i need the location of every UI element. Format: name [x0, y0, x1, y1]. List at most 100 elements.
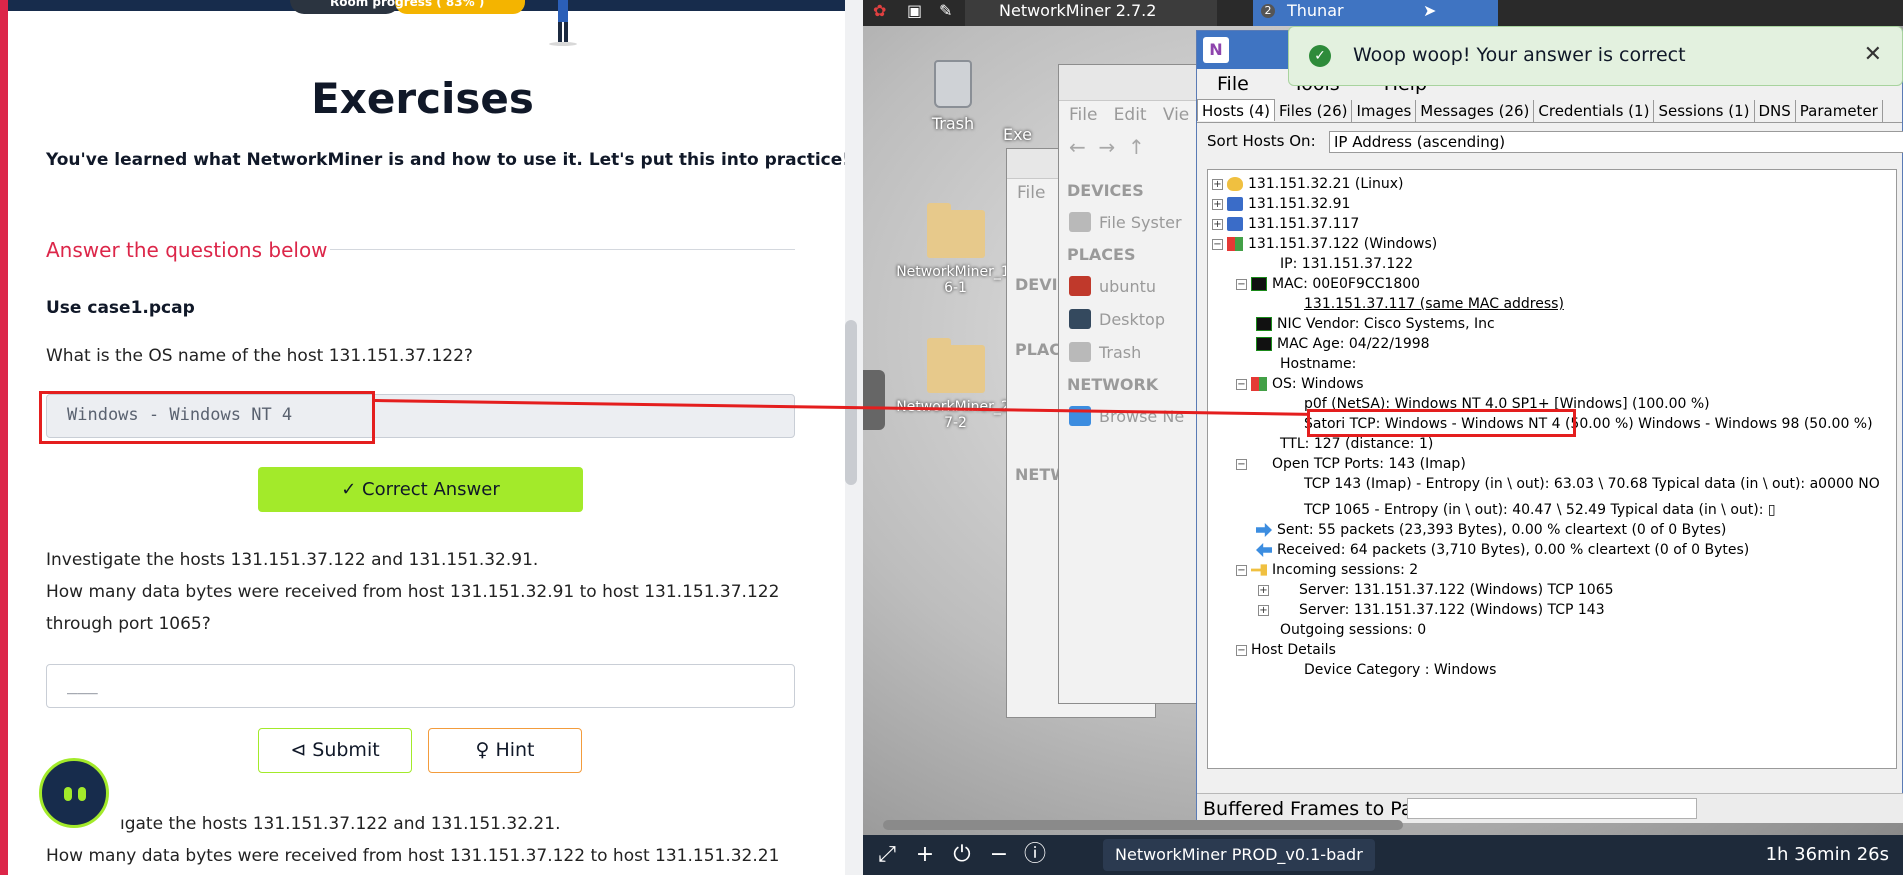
- desktop-icon-networkminer-2[interactable]: NetworkMiner_2-7-2: [893, 338, 1018, 431]
- hosts-tree: +131.151.32.21 (Linux) +131.151.32.91 +1…: [1207, 169, 1897, 769]
- page-title: Exercises: [311, 74, 534, 123]
- desktop-icon-partial[interactable]: Exe: [1003, 125, 1043, 144]
- remote-desktop: ✿ ▣ ✎ NetworkMiner 2.7.2 Thunar 2 ➤ Tras…: [863, 0, 1903, 875]
- back-icon[interactable]: ←: [1069, 135, 1086, 159]
- tree-leaf[interactable]: TCP 143 (Imap) - Entropy (in \ out): 63.…: [1304, 474, 1880, 494]
- tree-label: 131.151.37.117 (same MAC address): [1304, 296, 1564, 312]
- tab-credentials[interactable]: Credentials (1): [1534, 100, 1655, 122]
- machine-name[interactable]: NetworkMiner PROD_v0.1-badr: [1103, 839, 1375, 871]
- tree-label: 131.151.37.122 (Windows): [1248, 236, 1438, 252]
- trash-icon: [1069, 342, 1091, 362]
- terminal-icon[interactable]: ▣: [907, 0, 931, 26]
- answer-2-field[interactable]: ___: [46, 664, 795, 708]
- menu-view[interactable]: Vie: [1163, 105, 1189, 125]
- sidebar-item-home[interactable]: ubuntu: [1059, 270, 1199, 303]
- collapse-icon[interactable]: −: [1236, 644, 1247, 656]
- tree-leaf[interactable]: IP: 131.151.37.122: [1280, 254, 1413, 274]
- fullscreen-icon[interactable]: ⤢: [873, 841, 901, 869]
- tab-dns[interactable]: DNS: [1755, 100, 1796, 122]
- desktop-icon-trash[interactable]: Trash: [903, 60, 1003, 133]
- expand-icon[interactable]: +: [1258, 604, 1269, 616]
- sidebar-item-filesystem[interactable]: File Syster: [1059, 206, 1199, 239]
- info-icon[interactable]: ⓘ: [1021, 841, 1049, 869]
- collapse-icon[interactable]: −: [1212, 238, 1223, 250]
- menu-file[interactable]: File: [1017, 183, 1045, 203]
- networkminer-tabs: Hosts (4) Files (26) Images Messages (26) Cr…: [1197, 99, 1902, 123]
- task-networkminer[interactable]: NetworkMiner 2.7.2: [965, 0, 1217, 26]
- sidebar-item-trash[interactable]: Trash: [1059, 336, 1199, 369]
- submit-button[interactable]: ⊲ Submit: [258, 728, 412, 773]
- tree-leaf[interactable]: TCP 1065 - Entropy (in \ out): 40.47 \ 5…: [1304, 500, 1776, 520]
- minus-icon[interactable]: −: [985, 841, 1013, 869]
- bot-eye-icon: [78, 787, 86, 801]
- tree-node[interactable]: + Server: 131.151.37.122 (Windows) TCP 10…: [1258, 580, 1614, 600]
- menu-edit[interactable]: Edit: [1114, 105, 1147, 125]
- correct-answer-button[interactable]: ✓ Correct Answer: [258, 467, 583, 512]
- up-icon[interactable]: ↑: [1128, 135, 1145, 159]
- app-menu-icon[interactable]: ✿: [873, 0, 897, 26]
- chat-assistant-button[interactable]: [39, 758, 109, 828]
- editor-icon[interactable]: ✎: [939, 0, 963, 26]
- tree-node[interactable]: − Incoming sessions: 2: [1236, 560, 1418, 580]
- expand-icon[interactable]: +: [1258, 584, 1269, 596]
- tree-leaf[interactable]: Sent: 55 packets (23,393 Bytes), 0.00 % …: [1256, 520, 1726, 540]
- buffered-frames-progress: [1407, 798, 1697, 819]
- tree-node-host[interactable]: +131.151.32.21 (Linux): [1212, 174, 1404, 194]
- expand-icon[interactable]: +: [1212, 218, 1223, 230]
- tree-node[interactable]: − Host Details: [1236, 640, 1336, 660]
- networkminer-app-icon: N: [1203, 37, 1229, 63]
- collapse-icon[interactable]: −: [1236, 378, 1247, 390]
- tab-sessions[interactable]: Sessions (1): [1654, 100, 1755, 122]
- tree-leaf[interactable]: Hostname:: [1280, 354, 1356, 374]
- collapse-icon[interactable]: −: [1236, 564, 1247, 576]
- tree-node[interactable]: − Open TCP Ports: 143 (Imap): [1236, 454, 1466, 474]
- thunar-window[interactable]: File Edit Vie ← → ↑ DEVICES File Syster …: [1058, 64, 1218, 704]
- close-icon[interactable]: ✕: [1864, 27, 1882, 83]
- plus-icon[interactable]: +: [911, 841, 939, 869]
- sidebar-item-desktop[interactable]: Desktop: [1059, 303, 1199, 336]
- tree-leaf[interactable]: MAC Age: 04/22/1998: [1256, 334, 1430, 354]
- tree-label: Open TCP Ports: 143 (Imap): [1272, 456, 1466, 472]
- tree-node[interactable]: − MAC: 00E0F9CC1800: [1236, 274, 1420, 294]
- tree-leaf[interactable]: TTL: 127 (distance: 1): [1280, 434, 1433, 454]
- tree-leaf[interactable]: Received: 64 packets (3,710 Bytes), 0.00…: [1256, 540, 1749, 560]
- tree-node-host[interactable]: +131.151.37.117: [1212, 214, 1359, 234]
- expand-icon[interactable]: +: [1212, 178, 1223, 190]
- tree-leaf[interactable]: NIC Vendor: Cisco Systems, Inc: [1256, 314, 1495, 334]
- hint-button[interactable]: ♀ Hint: [428, 728, 582, 773]
- tree-label: Sent: 55 packets (23,393 Bytes), 0.00 % …: [1277, 522, 1727, 538]
- intro-text: You've learned what NetworkMiner is and …: [46, 150, 851, 170]
- tree-node-host[interactable]: − 131.151.37.122 (Windows): [1212, 234, 1437, 254]
- collapse-icon[interactable]: −: [1236, 458, 1247, 470]
- windows-icon: [1251, 377, 1267, 391]
- tab-files[interactable]: Files (26): [1275, 100, 1353, 122]
- task-label: NetworkMiner 2.7.2: [999, 1, 1157, 20]
- forward-icon[interactable]: →: [1098, 135, 1115, 159]
- toast-message: Woop woop! Your answer is correct: [1353, 44, 1686, 66]
- sort-hosts-select[interactable]: IP Address (ascending): [1329, 131, 1903, 153]
- tree-node-host[interactable]: +131.151.32.91: [1212, 194, 1350, 214]
- tree-leaf[interactable]: Outgoing sessions: 0: [1280, 620, 1426, 640]
- tree-leaf[interactable]: Device Category : Windows: [1304, 660, 1496, 680]
- task-thunar[interactable]: Thunar: [1253, 0, 1498, 26]
- collapse-icon[interactable]: −: [1236, 278, 1247, 290]
- tab-images[interactable]: Images: [1352, 100, 1417, 122]
- sidebar-item-label: Desktop: [1099, 310, 1165, 329]
- menu-file[interactable]: File: [1069, 105, 1097, 125]
- sidebar-handle[interactable]: [863, 370, 885, 430]
- sidebar-item-browse-network[interactable]: Browse Ne: [1059, 400, 1199, 433]
- desktop-icon-networkminer-1[interactable]: NetworkMiner_1-6-1: [893, 203, 1018, 296]
- tree-leaf[interactable]: 131.151.37.117 (same MAC address): [1304, 294, 1564, 314]
- tree-node[interactable]: − OS: Windows: [1236, 374, 1364, 394]
- tree-node[interactable]: + Server: 131.151.37.122 (Windows) TCP 14…: [1258, 600, 1605, 620]
- expand-icon[interactable]: +: [1212, 198, 1223, 210]
- tab-messages[interactable]: Messages (26): [1416, 100, 1535, 122]
- sent-arrow-icon: [1256, 523, 1272, 537]
- menu-file[interactable]: File: [1217, 73, 1249, 95]
- scrollbar-thumb[interactable]: [845, 320, 857, 485]
- tree-label: MAC: 00E0F9CC1800: [1272, 276, 1421, 292]
- tab-parameters[interactable]: Parameter: [1796, 100, 1883, 122]
- power-icon[interactable]: ⏻: [948, 841, 976, 869]
- horizontal-scrollbar[interactable]: [883, 820, 1403, 830]
- tab-hosts[interactable]: Hosts (4): [1197, 99, 1275, 121]
